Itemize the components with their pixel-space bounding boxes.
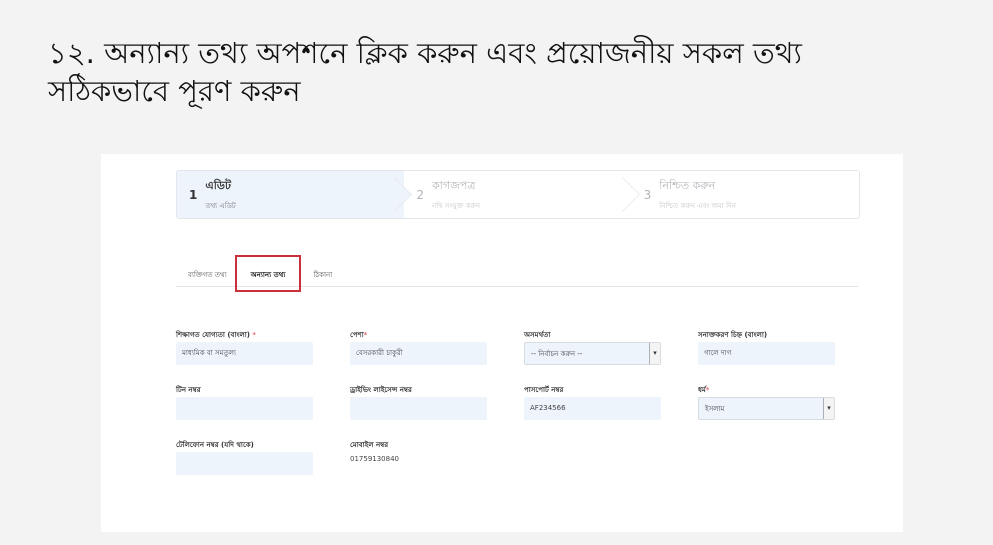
telephone-input[interactable] [176, 452, 313, 475]
mobile-field: মোবাইল নম্বর 01759130840 [350, 440, 487, 463]
instruction-line-2: সঠিকভাবে পূরণ করুন [48, 74, 301, 108]
step-title: কাগজপত্র [431, 179, 476, 192]
step-number: 2 [416, 187, 424, 202]
step-title: নিশ্চিত করুন [659, 179, 716, 192]
identity-mark-field: সনাক্তকরণ চিহ্ন (বাংলা) গালে দাগ [698, 330, 835, 365]
passport-field: পাসপোর্ট নম্বর AF234566 [524, 385, 661, 420]
step-number: 1 [189, 187, 198, 202]
required-mark: * [705, 386, 710, 394]
dropdown-arrow-icon: ▾ [649, 343, 660, 364]
required-mark: * [363, 331, 368, 339]
identity-mark-label: সনাক্তকরণ চিহ্ন (বাংলা) [698, 331, 768, 339]
disability-label: অসমর্থতা [524, 331, 551, 339]
tab-personal-info[interactable]: ব্যক্তিগত তথ্য [188, 260, 227, 281]
step-edit[interactable]: 1 এডিট তথ্য এডিট [177, 171, 413, 218]
step-confirm[interactable]: 3 নিশ্চিত করুন নিশ্চিত করুন এবং জমা দিন [632, 171, 859, 218]
driving-license-field: ড্রাইভিং লাইসেন্স নম্বর [350, 385, 487, 420]
religion-selected-value: ইসলাম [705, 405, 725, 413]
identity-mark-input[interactable]: গালে দাগ [698, 342, 835, 365]
dropdown-arrow-icon: ▾ [823, 398, 834, 419]
occupation-input[interactable]: বেসরকারী চাকুরী [350, 342, 487, 365]
tin-input[interactable] [176, 397, 313, 420]
required-mark: * [252, 331, 256, 339]
disability-selected-value: -- নির্বাচন করুন -- [531, 350, 583, 358]
occupation-field: পেশা* বেসরকারী চাকুরী [350, 330, 487, 365]
tab-highlight-box [235, 255, 301, 292]
form-screenshot-card: 1 এডিট তথ্য এডিট 2 কাগজপত্র নথি সংযুক্ত … [101, 154, 903, 532]
driving-license-label: ড্রাইভিং লাইসেন্স নম্বর [350, 386, 412, 394]
driving-license-input[interactable] [350, 397, 487, 420]
education-input[interactable]: মাধ্যমিক বা সমতুল্য [176, 342, 313, 365]
religion-select[interactable]: ইসলাম ▾ [698, 397, 835, 420]
step-number: 3 [643, 187, 652, 202]
instruction-line-1: ১২. অন্যান্য তথ্য অপশনে ক্লিক করুন এবং প… [48, 36, 802, 70]
passport-label: পাসপোর্ট নম্বর [524, 386, 564, 394]
religion-field: ধর্ম* ইসলাম ▾ [698, 385, 835, 420]
disability-select[interactable]: -- নির্বাচন করুন -- ▾ [524, 342, 661, 365]
step-subtitle: নিশ্চিত করুন এবং জমা দিন [659, 202, 736, 210]
telephone-label: টেলিফোন নম্বর (যদি থাকে) [176, 441, 254, 449]
step-title: এডিট [205, 179, 231, 192]
telephone-field: টেলিফোন নম্বর (যদি থাকে) [176, 440, 313, 475]
tab-address[interactable]: ঠিকানা [313, 260, 332, 281]
passport-input[interactable]: AF234566 [524, 397, 661, 420]
progress-stepper: 1 এডিট তথ্য এডিট 2 কাগজপত্র নথি সংযুক্ত … [176, 170, 860, 219]
tin-label: টিন নম্বর [176, 386, 201, 394]
religion-label: ধর্ম [698, 386, 706, 394]
mobile-value: 01759130840 [350, 455, 399, 463]
instruction-heading: ১২. অন্যান্য তথ্য অপশনে ক্লিক করুন এবং প… [48, 34, 948, 110]
disability-field: অসমর্থতা -- নির্বাচন করুন -- ▾ [524, 330, 661, 365]
tin-field: টিন নম্বর [176, 385, 313, 420]
education-field: শিক্ষাগত যোগ্যতা (বাংলা) * মাধ্যমিক বা স… [176, 330, 313, 365]
education-label: শিক্ষাগত যোগ্যতা (বাংলা) [176, 331, 250, 339]
step-subtitle: নথি সংযুক্ত করুন [431, 202, 481, 210]
step-documents[interactable]: 2 কাগজপত্র নথি সংযুক্ত করুন [404, 171, 640, 218]
mobile-label: মোবাইল নম্বর [350, 441, 389, 449]
occupation-label: পেশা [350, 331, 364, 339]
step-subtitle: তথ্য এডিট [205, 202, 236, 210]
